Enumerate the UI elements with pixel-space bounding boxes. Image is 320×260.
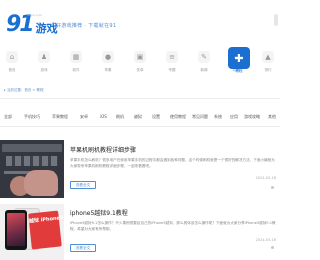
tag-item[interactable]: 刷机 xyxy=(116,114,124,120)
scrollbar[interactable] xyxy=(274,14,278,26)
article-thumbnail[interactable] xyxy=(0,140,64,198)
read-more-button[interactable]: 查看全文 xyxy=(70,181,96,189)
home-icon: ⌂ xyxy=(6,51,18,63)
nav-item-app[interactable]: ▦ 软件 xyxy=(64,44,88,80)
phone-image xyxy=(5,210,27,250)
nav-label: 排行 xyxy=(264,68,272,72)
tag-item[interactable]: 游戏攻略 xyxy=(244,114,260,120)
nav-item-topic[interactable]: ≡ 专题 xyxy=(160,44,184,80)
site-header: 91 游戏 91yx.com 好游戏推荐 · 下载就在91 xyxy=(0,0,280,42)
tag-item[interactable]: 其他 xyxy=(268,114,276,120)
thumb-badge: 越狱 iPhone5 xyxy=(28,210,64,250)
logo-mark: 91 xyxy=(6,12,35,37)
tag-item[interactable]: 设置 xyxy=(152,114,160,120)
app-icon: ▦ xyxy=(70,51,82,63)
tag-item[interactable]: 全部 xyxy=(4,114,12,120)
nav-label: 专题 xyxy=(168,68,176,72)
nav-item-android[interactable]: ▣ 安卓 xyxy=(128,44,152,80)
tag-item[interactable]: 手机技巧 xyxy=(24,114,40,120)
nav-label: 游戏 xyxy=(40,68,48,72)
android-icon: ▣ xyxy=(134,51,146,63)
rank-icon: ▲ xyxy=(262,51,274,63)
article-date: 2024-03-16 xyxy=(255,238,276,242)
topic-icon: ≡ xyxy=(166,51,178,63)
nav-label: 苹果 xyxy=(104,68,112,72)
article-card[interactable]: 越狱 iPhone5 iphone5越狱9.1教程 iPhone5越狱9.1怎么… xyxy=(0,204,280,260)
news-icon: ✎ xyxy=(198,51,210,63)
logo-text: 游戏 xyxy=(35,22,58,35)
nav-item-apple[interactable]: ● 苹果 xyxy=(96,44,120,80)
thumb-detail xyxy=(24,170,58,196)
tag-item[interactable]: iOS xyxy=(100,114,107,119)
nav-item-news[interactable]: ✎ 新闻 xyxy=(192,44,216,80)
read-more-button[interactable]: 查看全文 xyxy=(70,244,96,252)
time-icon xyxy=(271,246,274,249)
nav-label: 教程 xyxy=(235,69,243,73)
tag-item[interactable]: 安卓 xyxy=(80,114,88,120)
tutorial-icon: ✚ xyxy=(228,47,250,69)
nav-label: 新闻 xyxy=(200,68,208,72)
thumb-detail xyxy=(6,156,58,166)
breadcrumb[interactable]: ▸ 当前位置：首页 > 教程 xyxy=(4,88,44,93)
tag-item[interactable]: 苹果教程 xyxy=(52,114,68,120)
article-thumbnail[interactable]: 越狱 iPhone5 xyxy=(0,204,64,260)
time-icon xyxy=(271,186,274,189)
tag-item[interactable]: 系统 xyxy=(214,114,222,120)
nav-item-game[interactable]: ♟ 游戏 xyxy=(32,44,56,80)
category-tag-bar: 全部 手机技巧 苹果教程 安卓 iOS 刷机 越狱 设置 使用教程 常见问题 系… xyxy=(0,112,280,122)
tag-item[interactable]: 常见问题 xyxy=(192,114,208,120)
article-summary: iPhone5越狱9.1怎么操作？不少果粉想要给自己的iPhone5越狱，那么具… xyxy=(70,221,276,231)
tag-item[interactable]: 越狱 xyxy=(134,114,142,120)
article-card[interactable]: 苹果机刷机教程详细步骤 苹果手机怎么刷机？很多用户在使用苹果手机的过程中都会遇到… xyxy=(0,140,280,198)
site-logo[interactable]: 91 游戏 xyxy=(6,12,58,37)
nav-item-rank[interactable]: ▲ 排行 xyxy=(256,44,280,80)
divider xyxy=(0,126,280,127)
article-title[interactable]: 苹果机刷机教程详细步骤 xyxy=(70,145,136,154)
game-icon: ♟ xyxy=(38,51,50,63)
nav-label: 首页 xyxy=(8,68,16,72)
divider xyxy=(0,98,280,99)
article-date: 2024-03-18 xyxy=(255,176,276,180)
article-title[interactable]: iphone5越狱9.1教程 xyxy=(70,208,128,217)
article-summary: 苹果手机怎么刷机？很多用户在使用苹果手机的过程中都会遇到各种问题，这个时候刷机就… xyxy=(70,158,275,168)
site-tagline: 好游戏推荐 · 下载就在91 xyxy=(56,23,117,29)
logo-subtitle: 91yx.com xyxy=(27,13,42,17)
tag-item[interactable]: 使用教程 xyxy=(170,114,186,120)
nav-label: 安卓 xyxy=(136,68,144,72)
main-nav: ⌂ 首页 ♟ 游戏 ▦ 软件 ● 苹果 ▣ 安卓 ≡ 专题 ✎ 新闻 ☰ 攻略 … xyxy=(0,44,280,80)
nav-label: 软件 xyxy=(72,68,80,72)
nav-item-home[interactable]: ⌂ 首页 xyxy=(0,44,24,80)
thumb-detail xyxy=(7,213,25,246)
tag-item[interactable]: 应用 xyxy=(230,114,238,120)
thumb-detail xyxy=(2,144,62,152)
nav-item-tutorial[interactable]: ✚ 教程 xyxy=(227,44,251,80)
apple-icon: ● xyxy=(102,51,114,63)
